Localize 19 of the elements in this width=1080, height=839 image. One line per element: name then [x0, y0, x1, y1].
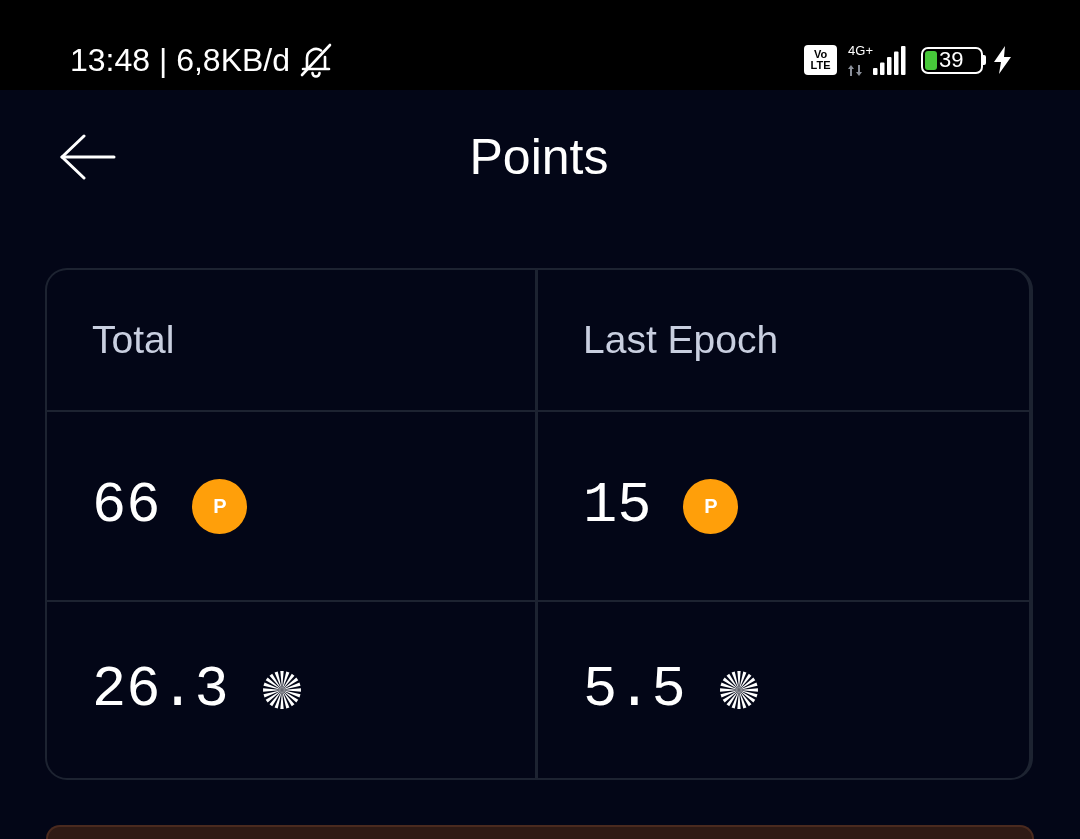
network-type: 4G+: [848, 44, 873, 57]
battery-charge-bar: [925, 50, 937, 70]
network-badge: Vo LTE: [804, 45, 838, 75]
coin-badge: P: [192, 478, 248, 534]
page-title: Points: [469, 128, 610, 187]
sunburst-icon: [719, 671, 758, 709]
battery-percentage: 39: [939, 49, 964, 71]
back-button[interactable]: [58, 132, 118, 182]
points-value: 5.5: [583, 658, 686, 722]
data-arrows-icon: [848, 65, 863, 76]
status-text: 13:48 | 6,8KB/d: [70, 41, 291, 80]
column-header: Last Epoch: [583, 316, 779, 363]
points-value: 66: [92, 474, 161, 538]
signal-bars-icon: [873, 45, 907, 75]
points-value: 15: [583, 474, 652, 538]
sunburst-icon: [262, 671, 301, 709]
coin-badge: P: [683, 478, 739, 534]
points-value: 26.3: [92, 658, 229, 722]
column-header: Total: [92, 316, 175, 363]
